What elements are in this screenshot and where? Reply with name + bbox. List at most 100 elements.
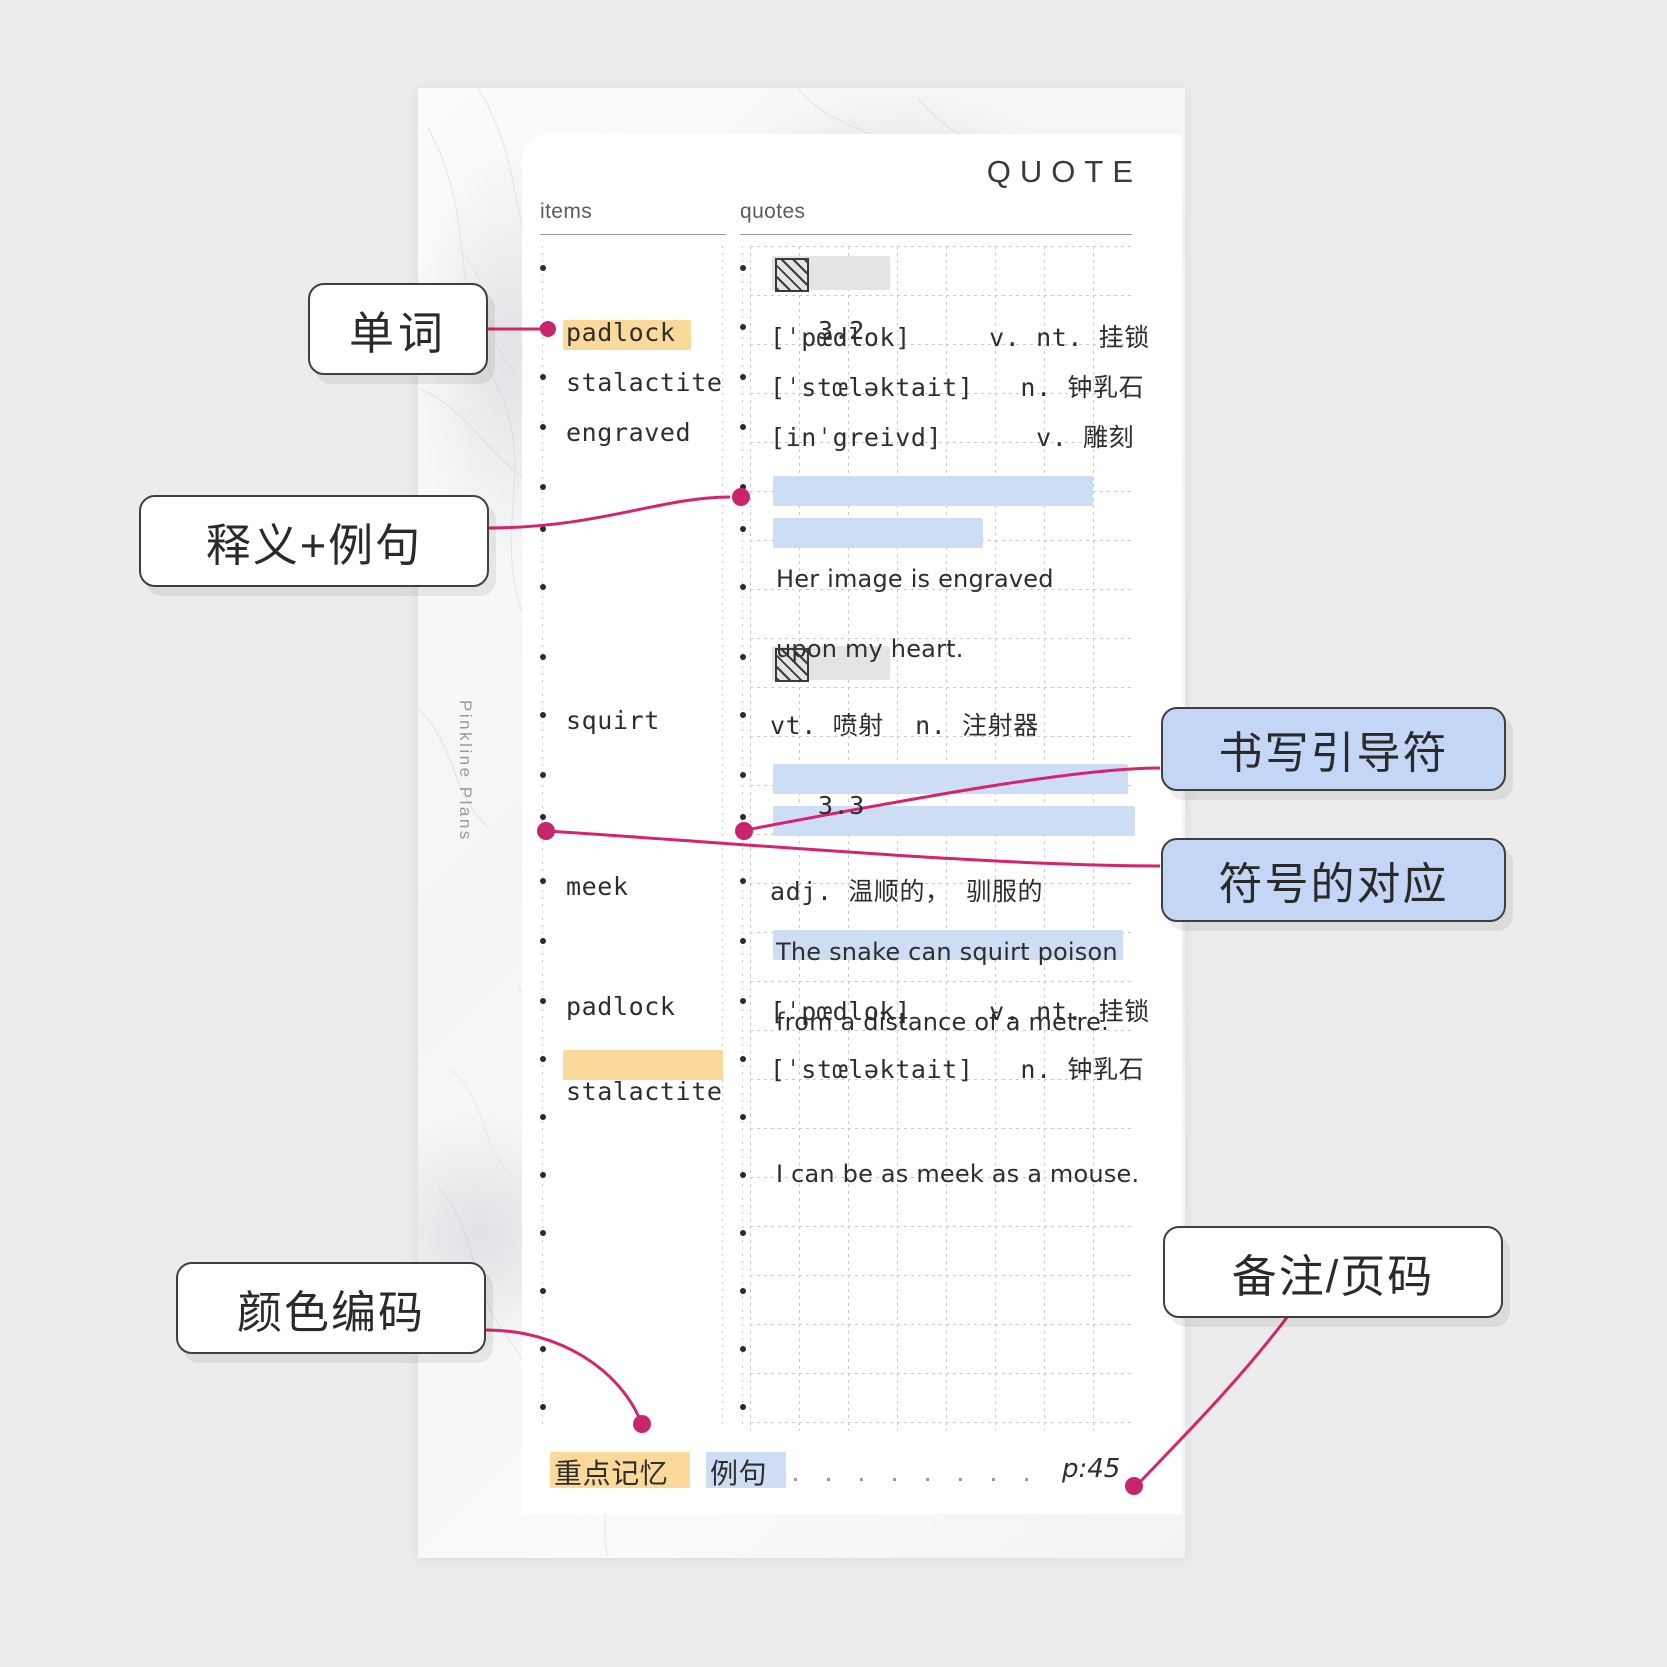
screenshot-stage: QUOTE items quotes padlock stalactite en… <box>0 0 1667 1667</box>
quotes-bullet <box>740 654 746 660</box>
grid-hline <box>750 1324 1132 1325</box>
item-3[interactable]: squirt <box>566 706 660 735</box>
grid-hline <box>750 1128 1132 1129</box>
example-highlight-2a <box>773 764 1128 794</box>
items-column-header: items <box>540 200 593 223</box>
items-column-rule <box>540 234 726 235</box>
item-2[interactable]: engraved <box>566 418 691 447</box>
items-bullet <box>540 1346 546 1352</box>
quotes-bullet <box>740 814 746 820</box>
quotes-bullet <box>740 1230 746 1236</box>
items-bullet <box>540 938 546 944</box>
grid-hline <box>750 295 1132 296</box>
quotes-bullet <box>740 374 746 380</box>
hatched-square-icon-2 <box>775 648 809 682</box>
annotation-shuxie-yindaofu-label: 书写引导符 <box>1218 729 1449 778</box>
quotes-bullet <box>740 424 746 430</box>
annotation-yanse-bianma-label: 颜色编码 <box>236 1286 425 1338</box>
items-bullet <box>540 1230 546 1236</box>
items-bullet <box>540 1056 546 1062</box>
quotes-bullet <box>740 1404 746 1410</box>
grid-hline <box>750 1422 1132 1423</box>
quotes-bullet <box>740 1056 746 1062</box>
item-highlight-stalactite <box>563 1050 723 1080</box>
annotation-shiyi-liju-label: 释义+例句 <box>205 519 423 571</box>
item-1[interactable]: stalactite <box>566 368 723 397</box>
annotation-shuxie-yindaofu: 书写引导符 <box>1161 707 1506 791</box>
quotes-bullet <box>740 526 746 532</box>
annotation-fuhao-duiying: 符号的对应 <box>1161 838 1506 922</box>
items-bullet <box>540 424 546 430</box>
quote-9: from a distance of a metre. <box>776 1008 1109 1036</box>
grid-hline <box>750 981 1132 982</box>
quotes-rail <box>742 246 743 1426</box>
grid-hline <box>750 687 1132 688</box>
grid-hline <box>750 246 1132 247</box>
quotes-bullet <box>740 712 746 718</box>
items-bullet <box>540 1114 546 1120</box>
items-bullet <box>540 772 546 778</box>
annotation-beizhu-yema: 备注/页码 <box>1163 1226 1503 1318</box>
quotes-bullet <box>740 484 746 490</box>
items-bullet <box>540 878 546 884</box>
items-bullet <box>540 1172 546 1178</box>
example-highlight-1b <box>773 518 983 548</box>
quote-0: 3.2 <box>818 316 865 345</box>
items-bullet <box>540 374 546 380</box>
items-rail <box>542 246 543 1426</box>
annotation-yanse-bianma: 颜色编码 <box>176 1262 486 1354</box>
note-card: QUOTE items quotes padlock stalactite en… <box>522 134 1182 1514</box>
quotes-bullet <box>740 998 746 1004</box>
annotation-danci: 单词 <box>308 283 488 375</box>
quotes-bullet <box>740 265 746 271</box>
quotes-bullet <box>740 772 746 778</box>
quotes-bullet <box>740 878 746 884</box>
footer-dot-leader <box>794 1478 1056 1481</box>
grid-hline <box>750 1275 1132 1276</box>
example-highlight-1a <box>773 476 1093 506</box>
items-bullet <box>540 654 546 660</box>
quote-6: 3.3 <box>818 791 865 820</box>
page-title: QUOTE <box>986 154 1142 189</box>
grid-hline <box>750 1226 1132 1227</box>
annotation-danci-label: 单词 <box>348 307 447 359</box>
quotes-bullet <box>740 584 746 590</box>
item-4[interactable]: meek <box>566 872 629 901</box>
items-bullet <box>540 814 546 820</box>
items-bullet <box>540 484 546 490</box>
grid-hline <box>750 1373 1132 1374</box>
quotes-column-header: quotes <box>740 200 806 223</box>
items-bullet <box>540 526 546 532</box>
quote-4: Her image is engraved <box>776 565 1054 593</box>
items-bullet <box>540 324 546 330</box>
items-bullet <box>540 265 546 271</box>
quote-11: I can be as meek as a mouse. <box>776 1160 1140 1188</box>
quote-5: upon my heart. <box>776 635 964 663</box>
item-6[interactable]: stalactite <box>566 1077 1226 1106</box>
grid-vline <box>750 246 751 1431</box>
quotes-bullet <box>740 1288 746 1294</box>
quote-10: adj. 温顺的， 驯服的 <box>770 877 1044 906</box>
quotes-bullet <box>740 938 746 944</box>
page-number: p:45 <box>1062 1454 1121 1484</box>
quote-7: vt. 喷射 n. 注射器 <box>770 711 1039 740</box>
items-bullet <box>540 1288 546 1294</box>
annotation-shiyi-liju: 释义+例句 <box>139 495 489 587</box>
item-5[interactable]: padlock <box>566 992 676 1021</box>
quote-8: The snake can squirt poison <box>776 938 1118 966</box>
quotes-bullet <box>740 1114 746 1120</box>
quote-2: [ˈstœləktait] n. 钟乳石 <box>770 373 1145 402</box>
quotes-bullet <box>740 1346 746 1352</box>
annotation-fuhao-duiying-label: 符号的对应 <box>1218 860 1449 909</box>
brand-label: Pinkline Plans <box>456 700 475 842</box>
legend-example-label: 例句 <box>710 1457 768 1490</box>
hatched-square-icon <box>775 258 809 292</box>
items-bullet <box>540 998 546 1004</box>
legend-key-label: 重点记忆 <box>554 1457 669 1490</box>
items-rail-right <box>722 246 723 1426</box>
quotes-bullet <box>740 1172 746 1178</box>
annotation-beizhu-yema-label: 备注/页码 <box>1231 1250 1435 1302</box>
quotes-column-rule <box>740 234 1132 235</box>
items-bullet <box>540 584 546 590</box>
items-bullet <box>540 712 546 718</box>
